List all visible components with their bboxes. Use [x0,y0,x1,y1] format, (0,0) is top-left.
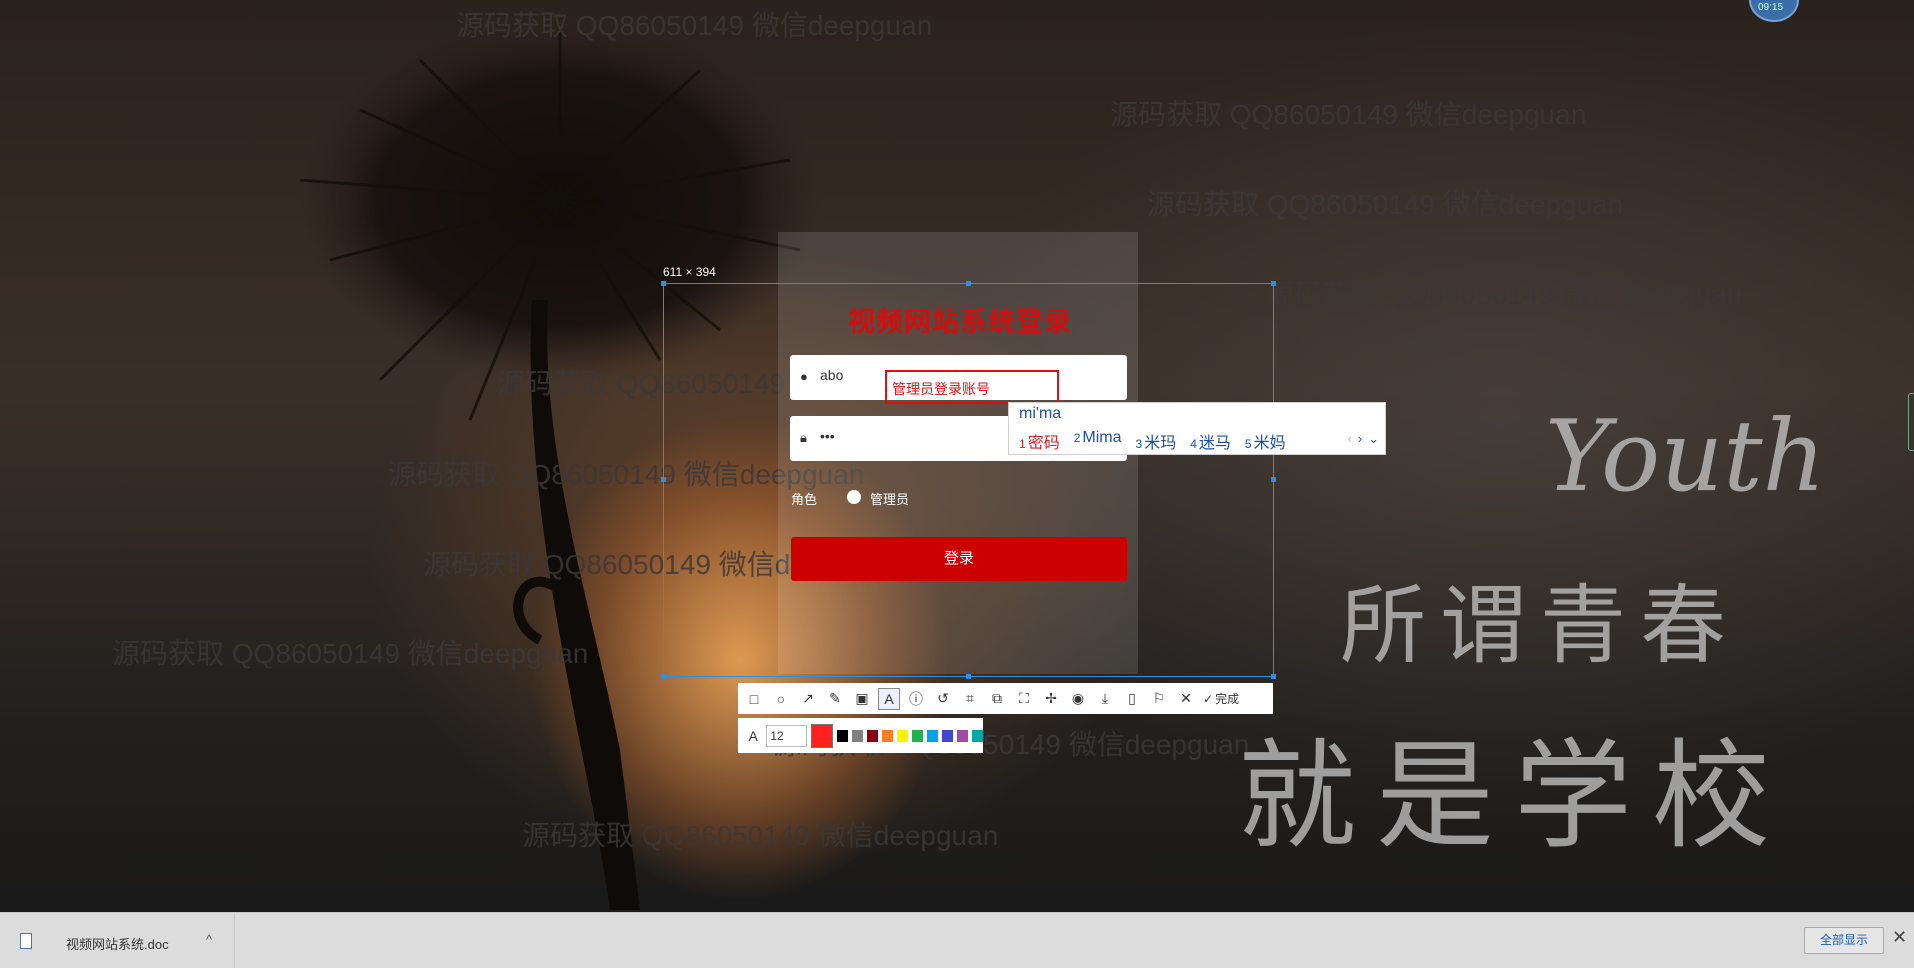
screenshot-toolbar: □ ○ ↗ ✎ ▣ A ⓘ ↺ ⌗ ⧉ ⛶ ✢ ◉ ⤓ ▯ ⚐ ✕ ✓ 完成 [738,683,1273,714]
phone-icon[interactable]: ▯ [1122,689,1142,709]
close-icon[interactable]: ✕ [1892,927,1907,948]
bookmark-icon[interactable]: ⚐ [1149,689,1169,709]
watermark: 源码获取 QQ86050149 微信deepguan [1110,99,1587,130]
ime-candidate[interactable]: 4 迷马 [1190,429,1231,453]
arrow-tool-icon[interactable]: ↗ [798,689,818,709]
ellipse-tool-icon[interactable]: ○ [771,689,791,709]
ime-nav: ‹ › ⌄ [1347,431,1379,447]
mosaic-tool-icon[interactable]: ▣ [852,689,872,709]
pin-icon[interactable]: ✢ [1041,689,1061,709]
ime-candidate[interactable]: 5 米妈 [1245,429,1286,453]
watermark: 源码获取 QQ86050149 微信deepguan [456,10,933,41]
chevron-right-icon[interactable]: › [1358,431,1362,447]
number-tool-icon[interactable]: ⓘ [906,689,926,709]
watermark: 源码获取 QQ86050149 微信deepguan [1266,279,1743,310]
downloads-bar: 视频网站系统.doc ^ [0,912,1914,968]
done-button[interactable]: ✓ 完成 [1203,690,1239,707]
resize-handle[interactable] [661,281,666,286]
undo-icon[interactable]: ↺ [933,689,953,709]
record-icon[interactable]: ◉ [1068,689,1088,709]
watermark: 源码获取 QQ86050149 微信deepguan [112,638,589,669]
ime-candidate[interactable]: 1 密码 [1019,429,1060,453]
document-icon [20,933,32,949]
text-tool-icon[interactable]: A [878,687,900,710]
color-swatch[interactable] [882,729,894,742]
scan-icon[interactable]: ⛶ [1014,689,1034,709]
ime-candidate-list: 1 密码 2 Mima 3 米玛 4 迷马 5 米妈 [1019,429,1286,453]
slogan-line-1: 所谓青春 [1340,576,1740,676]
color-swatch[interactable] [972,729,983,742]
ime-candidate[interactable]: 2 Mima [1074,429,1122,453]
text-style-toolbar: A 12 [738,718,983,753]
color-swatch[interactable] [837,729,849,742]
watermark: 源码获取 QQ86050149 微信deepguan [522,820,999,851]
ocr-icon[interactable]: ⧉ [987,689,1007,709]
youth-script: Youth [1545,400,1826,514]
resize-handle[interactable] [661,674,666,679]
resize-handle[interactable] [966,281,971,286]
current-color[interactable] [811,723,834,748]
color-swatch[interactable] [927,729,939,742]
download-item[interactable]: 视频网站系统.doc ^ [0,913,235,968]
watermark: 源码获取 QQ86050149 微信deepguan [1147,189,1624,220]
resize-handle[interactable] [1271,674,1276,679]
resize-handle[interactable] [661,477,666,482]
resize-handle[interactable] [1271,477,1276,482]
ime-composition: mi'ma [1019,405,1062,422]
chevron-up-icon[interactable]: ^ [206,932,212,947]
color-swatch[interactable] [957,729,969,742]
pen-tool-icon[interactable]: ✎ [825,689,845,709]
chevron-left-icon[interactable]: ‹ [1347,431,1351,447]
font-icon: A [748,727,758,744]
color-swatch[interactable] [942,729,954,742]
selection-dimensions: 611 × 394 [663,265,716,279]
color-swatch[interactable] [912,729,924,742]
side-scroll-handle[interactable] [1908,393,1914,451]
color-swatch[interactable] [867,729,879,742]
crop-icon[interactable]: ⌗ [960,689,980,709]
chevron-down-icon[interactable]: ⌄ [1368,431,1379,447]
avatar-time: 09:15 [1758,2,1784,13]
ime-candidate-popup: mi'ma 1 密码 2 Mima 3 米玛 4 迷马 5 米妈 ‹ › ⌄ [1008,402,1386,455]
rectangle-tool-icon[interactable]: □ [744,689,764,709]
ime-candidate[interactable]: 3 米玛 [1136,429,1177,453]
screenshot-selection[interactable] [663,283,1274,677]
close-icon[interactable]: ✕ [1176,689,1196,709]
resize-handle[interactable] [966,674,971,679]
check-icon: ✓ [1203,691,1214,706]
download-icon[interactable]: ⤓ [1095,689,1115,709]
color-swatch[interactable] [852,729,864,742]
resize-handle[interactable] [1271,281,1276,286]
font-size-select[interactable]: 12 [766,724,808,747]
slogan-line-2: 就是学校 [1238,727,1791,865]
color-swatch[interactable] [897,729,909,742]
download-file-name: 视频网站系统.doc [66,937,169,952]
show-all-button[interactable]: 全部显示 [1804,927,1884,954]
